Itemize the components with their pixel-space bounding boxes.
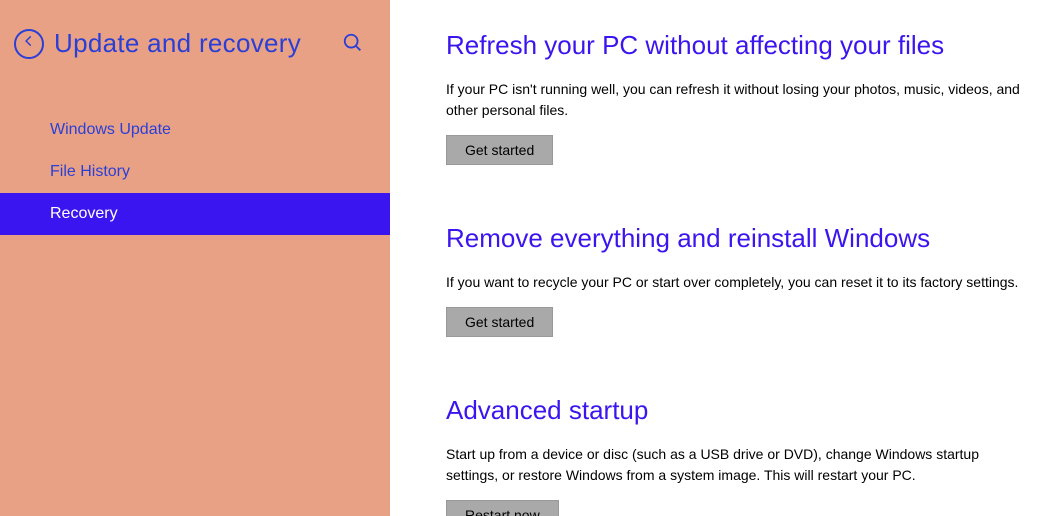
sidebar-item-label: File History xyxy=(50,163,130,180)
refresh-get-started-button[interactable]: Get started xyxy=(446,135,553,165)
section-advanced-startup: Advanced startup Start up from a device … xyxy=(446,395,1035,516)
section-refresh: Refresh your PC without affecting your f… xyxy=(446,30,1035,165)
restart-now-button[interactable]: Restart now xyxy=(446,500,559,516)
search-button[interactable] xyxy=(342,32,364,54)
sidebar-item-label: Recovery xyxy=(50,205,118,222)
arrow-left-icon xyxy=(22,34,36,53)
section-body: If you want to recycle your PC or start … xyxy=(446,272,1035,293)
section-title: Refresh your PC without affecting your f… xyxy=(446,30,1035,61)
search-icon xyxy=(342,41,364,58)
section-remove-reinstall: Remove everything and reinstall Windows … xyxy=(446,223,1035,337)
section-title: Remove everything and reinstall Windows xyxy=(446,223,1035,254)
sidebar-item-windows-update[interactable]: Windows Update xyxy=(0,109,390,151)
section-body: Start up from a device or disc (such as … xyxy=(446,444,1035,486)
sidebar-item-file-history[interactable]: File History xyxy=(0,151,390,193)
main-content: Refresh your PC without affecting your f… xyxy=(390,0,1061,516)
sidebar-header: Update and recovery xyxy=(0,0,390,59)
section-title: Advanced startup xyxy=(446,395,1035,426)
back-button[interactable] xyxy=(14,29,44,59)
page-title: Update and recovery xyxy=(54,28,301,59)
section-body: If your PC isn't running well, you can r… xyxy=(446,79,1035,121)
sidebar-item-label: Windows Update xyxy=(50,121,171,138)
remove-get-started-button[interactable]: Get started xyxy=(446,307,553,337)
sidebar-item-recovery[interactable]: Recovery xyxy=(0,193,390,235)
sidebar-nav: Windows Update File History Recovery xyxy=(0,109,390,235)
sidebar: Update and recovery Windows Update File … xyxy=(0,0,390,516)
